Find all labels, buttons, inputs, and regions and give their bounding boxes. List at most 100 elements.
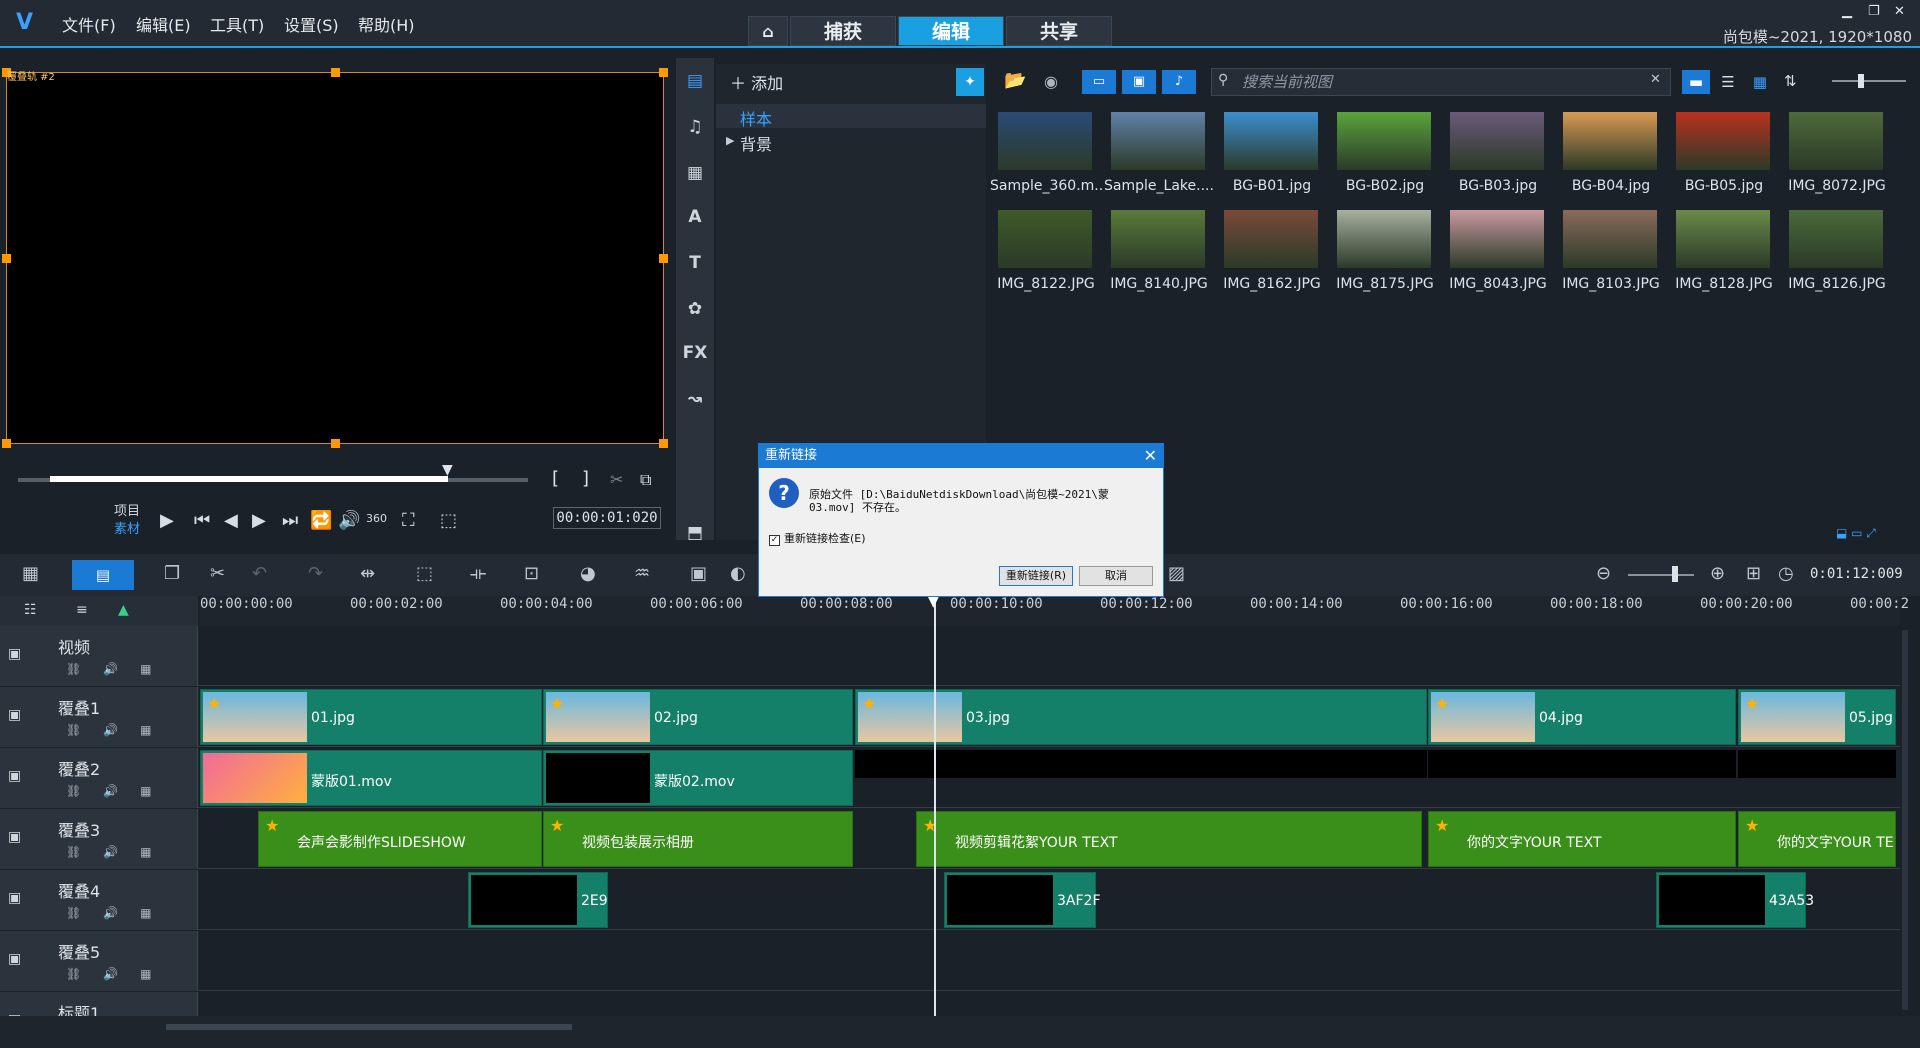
track-header[interactable]: ▣ 视频 ⛓🔊▦ — [0, 626, 198, 686]
filter-video-button[interactable]: ▭ — [1082, 70, 1116, 94]
repeat-button[interactable]: 🔁 — [310, 510, 332, 531]
library-view-mode-icon[interactable]: ⬓ ▭ ⤢ — [1836, 526, 1876, 541]
library-thumbnail[interactable]: IMG_8072.JPG — [1781, 104, 1893, 200]
tree-item-sample[interactable]: 样本 — [740, 106, 772, 130]
library-expand-icon[interactable]: ⬒ — [682, 520, 708, 546]
view-thumbnail-button[interactable]: ▬ — [1682, 70, 1710, 94]
tab-capture[interactable]: 捕获 — [790, 16, 896, 46]
track-type-icon[interactable]: ▣ — [8, 890, 21, 906]
resize-handle[interactable] — [659, 439, 668, 448]
track-controls-icon[interactable]: ⛓🔊▦ — [66, 784, 174, 798]
split-icon[interactable]: ⟛ — [470, 563, 486, 584]
timeline-track[interactable] — [0, 626, 1900, 686]
close-icon[interactable]: ✕ — [1894, 4, 1905, 19]
timeline-clip[interactable]: ★ 你的文字YOUR TE — [1738, 811, 1896, 867]
track-type-icon[interactable]: ▣ — [8, 829, 21, 845]
media-icon[interactable]: ▤ — [682, 68, 708, 94]
record-icon[interactable]: ⬚ — [416, 563, 433, 584]
mark-out-button[interactable]: ] — [582, 468, 589, 489]
tab-edit[interactable]: 编辑 — [898, 16, 1004, 46]
track-header[interactable]: ▣ 覆叠3 ⛓🔊▦ — [0, 809, 198, 869]
prev-frame-button[interactable]: ◀ — [224, 510, 238, 531]
track-type-icon[interactable]: ▣ — [8, 951, 21, 967]
dialog-close-icon[interactable]: ✕ — [1144, 444, 1157, 468]
storyboard-view-icon[interactable]: ▦ — [22, 563, 39, 584]
timeline-clip[interactable]: ★ 01.jpg — [200, 689, 542, 745]
tools-icon[interactable]: ✂ — [210, 563, 225, 584]
library-thumbnail[interactable]: IMG_8043.JPG — [1442, 202, 1554, 298]
mode-project[interactable]: 项目 — [114, 500, 140, 519]
library-thumbnail[interactable]: IMG_8140.JPG — [1103, 202, 1215, 298]
chapter-marker-icon[interactable]: ▲ — [118, 602, 129, 618]
library-thumbnail[interactable]: Sample_Lake.... — [1103, 104, 1215, 200]
horizontal-scrollbar[interactable] — [166, 1024, 572, 1030]
menu-settings[interactable]: 设置(S) — [284, 12, 339, 36]
restore-icon[interactable]: ❐ — [1868, 4, 1880, 19]
filter-audio-button[interactable]: ♪ — [1162, 70, 1196, 94]
library-thumbnail[interactable]: BG-B03.jpg — [1442, 104, 1554, 200]
mask-clip-placeholder[interactable] — [855, 750, 1427, 778]
library-thumbnail[interactable]: BG-B02.jpg — [1329, 104, 1441, 200]
timeline-clip[interactable]: 蒙版02.mov — [543, 750, 853, 806]
preview-timecode[interactable]: 00:00:01:020 — [553, 507, 661, 529]
tree-item-background[interactable]: 背景 — [740, 131, 772, 155]
multi-icon[interactable]: ◐ — [730, 563, 746, 584]
color-icon[interactable]: ◕ — [580, 563, 596, 584]
360-view-button[interactable]: 360 — [366, 512, 387, 525]
timeline-track[interactable] — [0, 931, 1900, 991]
transition-icon[interactable]: ▦ — [682, 160, 708, 186]
timeline-view-button[interactable]: ▤ — [72, 560, 134, 590]
resize-handle[interactable] — [331, 68, 340, 77]
track-type-icon[interactable]: ▣ — [8, 646, 21, 662]
track-type-icon[interactable]: ▣ — [8, 768, 21, 784]
instant-project-icon[interactable]: ♫ — [682, 114, 708, 140]
library-thumbnail[interactable]: BG-B04.jpg — [1555, 104, 1667, 200]
mark-in-button[interactable]: [ — [552, 468, 559, 489]
trim-selection[interactable] — [50, 476, 448, 482]
timeline-clip[interactable]: ★ 你的文字YOUR TEXT — [1428, 811, 1736, 867]
relink-button[interactable]: 重新链接(R) — [999, 566, 1073, 586]
zoom-out-icon[interactable]: ⊖ — [1596, 563, 1611, 584]
undo-icon[interactable]: ↶ — [252, 563, 267, 584]
path-icon[interactable]: ↝ — [682, 386, 708, 412]
vertical-scrollbar[interactable] — [1902, 630, 1908, 1010]
resize-handle[interactable] — [2, 254, 11, 263]
resize-handle[interactable] — [659, 254, 668, 263]
fit-project-icon[interactable]: ⊞ — [1746, 563, 1761, 584]
mode-clip[interactable]: 素材 — [114, 518, 140, 537]
timeline-clip[interactable]: ★ 视频包装展示相册 — [543, 811, 853, 867]
title-icon[interactable]: A — [682, 204, 708, 230]
track-controls-icon[interactable]: ⛓🔊▦ — [66, 662, 174, 676]
resize-handle[interactable] — [659, 68, 668, 77]
browse-icon[interactable]: ◉ — [1044, 72, 1058, 91]
volume-button[interactable]: 🔊 — [338, 510, 360, 531]
redo-icon[interactable]: ↷ — [308, 563, 323, 584]
library-thumbnail[interactable]: IMG_8162.JPG — [1216, 202, 1328, 298]
track-header[interactable]: ▣ 覆叠2 ⛓🔊▦ — [0, 748, 198, 808]
track-header[interactable]: ▣ 覆叠1 ⛓🔊▦ — [0, 687, 198, 747]
zoom-in-icon[interactable]: ⊕ — [1710, 563, 1725, 584]
track-controls-icon[interactable]: ⛓🔊▦ — [66, 723, 174, 737]
timeline-zoom-knob[interactable] — [1672, 566, 1678, 582]
aspect-button[interactable]: ⛶ — [402, 510, 415, 531]
graphics-icon[interactable]: ✿ — [682, 296, 708, 322]
resize-handle[interactable] — [2, 439, 11, 448]
subtitle-icon[interactable]: ▣ — [690, 563, 707, 584]
library-thumbnail[interactable]: IMG_8126.JPG — [1781, 202, 1893, 298]
pin-icon[interactable]: ✦ — [956, 68, 984, 96]
timeline-clip[interactable]: ★ 视频剪辑花絮YOUR TEXT — [916, 811, 1422, 867]
timeline-clip[interactable]: 43A53 — [1656, 872, 1814, 928]
menu-help[interactable]: 帮助(H) — [358, 12, 415, 36]
filter-photo-button[interactable]: ▣ — [1122, 70, 1156, 94]
timeline-clip[interactable]: ★ 04.jpg — [1428, 689, 1736, 745]
import-folder-icon[interactable]: 📂 — [1004, 70, 1026, 91]
thumb-size-knob[interactable] — [1858, 74, 1864, 88]
mask-creator-icon[interactable]: ▨ — [1168, 563, 1185, 584]
minimize-icon[interactable]: ▁ — [1842, 4, 1852, 19]
playhead-line[interactable] — [934, 592, 936, 1016]
track-header[interactable]: ▣ 覆叠5 ⛓🔊▦ — [0, 931, 198, 991]
motion-icon[interactable]: ⊡ — [524, 563, 539, 584]
enlarge-preview-icon[interactable]: ⧉ — [640, 470, 651, 490]
timeline-zoom-slider[interactable] — [1628, 574, 1694, 576]
track-header[interactable]: ▣ 覆叠4 ⛓🔊▦ — [0, 870, 198, 930]
